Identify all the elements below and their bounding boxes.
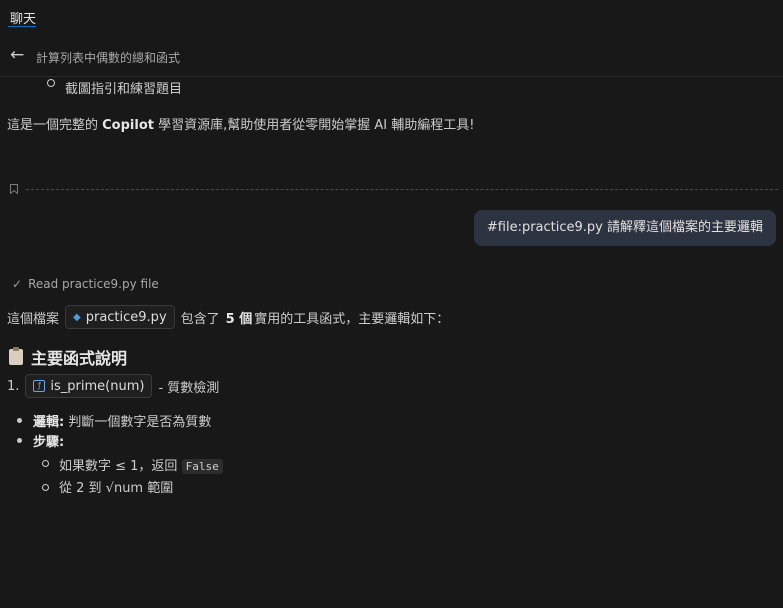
conversation-title: 計算列表中偶數的總和函式 — [36, 51, 181, 65]
file-reference-chip[interactable]: ◆ practice9.py — [65, 305, 175, 329]
section-heading: 主要函式說明 — [9, 345, 127, 369]
clipboard-icon — [9, 347, 23, 365]
bullet-icon — [17, 438, 22, 443]
tab-chat[interactable]: 聊天 — [10, 8, 36, 27]
tool-status: ✓ Read practice9.py file — [12, 277, 159, 291]
bullet-icon — [42, 460, 49, 467]
tab-active-indicator — [8, 26, 36, 27]
list-item: 如果數字 ≤ 1，返回 False — [59, 455, 223, 474]
back-arrow-icon[interactable]: ← — [10, 46, 28, 64]
check-icon: ✓ — [12, 277, 23, 291]
list-item: 邏輯: 判斷一個數字是否為質數 — [33, 415, 212, 430]
chat-header: ← 計算列表中偶數的總和函式 — [0, 40, 783, 77]
list-item: 步驟: — [33, 435, 65, 450]
list-item: 截圖指引和練習題目 — [65, 82, 183, 97]
response-intro: 這個檔案 ◆ practice9.py 包含了 5 個 實用的工具函式，主要邏輯… — [7, 305, 449, 329]
list-bullet-icon — [47, 79, 55, 87]
inline-code: False — [181, 459, 223, 474]
user-message-bubble: #file:practice9.py 請解釋這個檔案的主要邏輯 — [473, 210, 776, 246]
tab-bar: 聊天 — [0, 0, 783, 34]
symbol-reference-chip[interactable]: ƒ is_prime(num) — [25, 374, 153, 398]
list-item: 從 2 到 √num 範圍 — [59, 481, 174, 496]
python-file-icon: ◆ — [73, 311, 81, 323]
response-summary: 這是一個完整的 Copilot 學習資源庫,幫助使用者從零開始掌握 AI 輔助編… — [7, 118, 475, 133]
bookmark-icon[interactable] — [10, 184, 18, 194]
checkpoint-divider — [26, 189, 778, 190]
bullet-icon — [42, 484, 49, 491]
function-icon: ƒ — [33, 380, 46, 392]
bullet-icon — [17, 418, 22, 423]
numbered-item: 1. ƒ is_prime(num) - 質數檢測 — [7, 374, 219, 398]
